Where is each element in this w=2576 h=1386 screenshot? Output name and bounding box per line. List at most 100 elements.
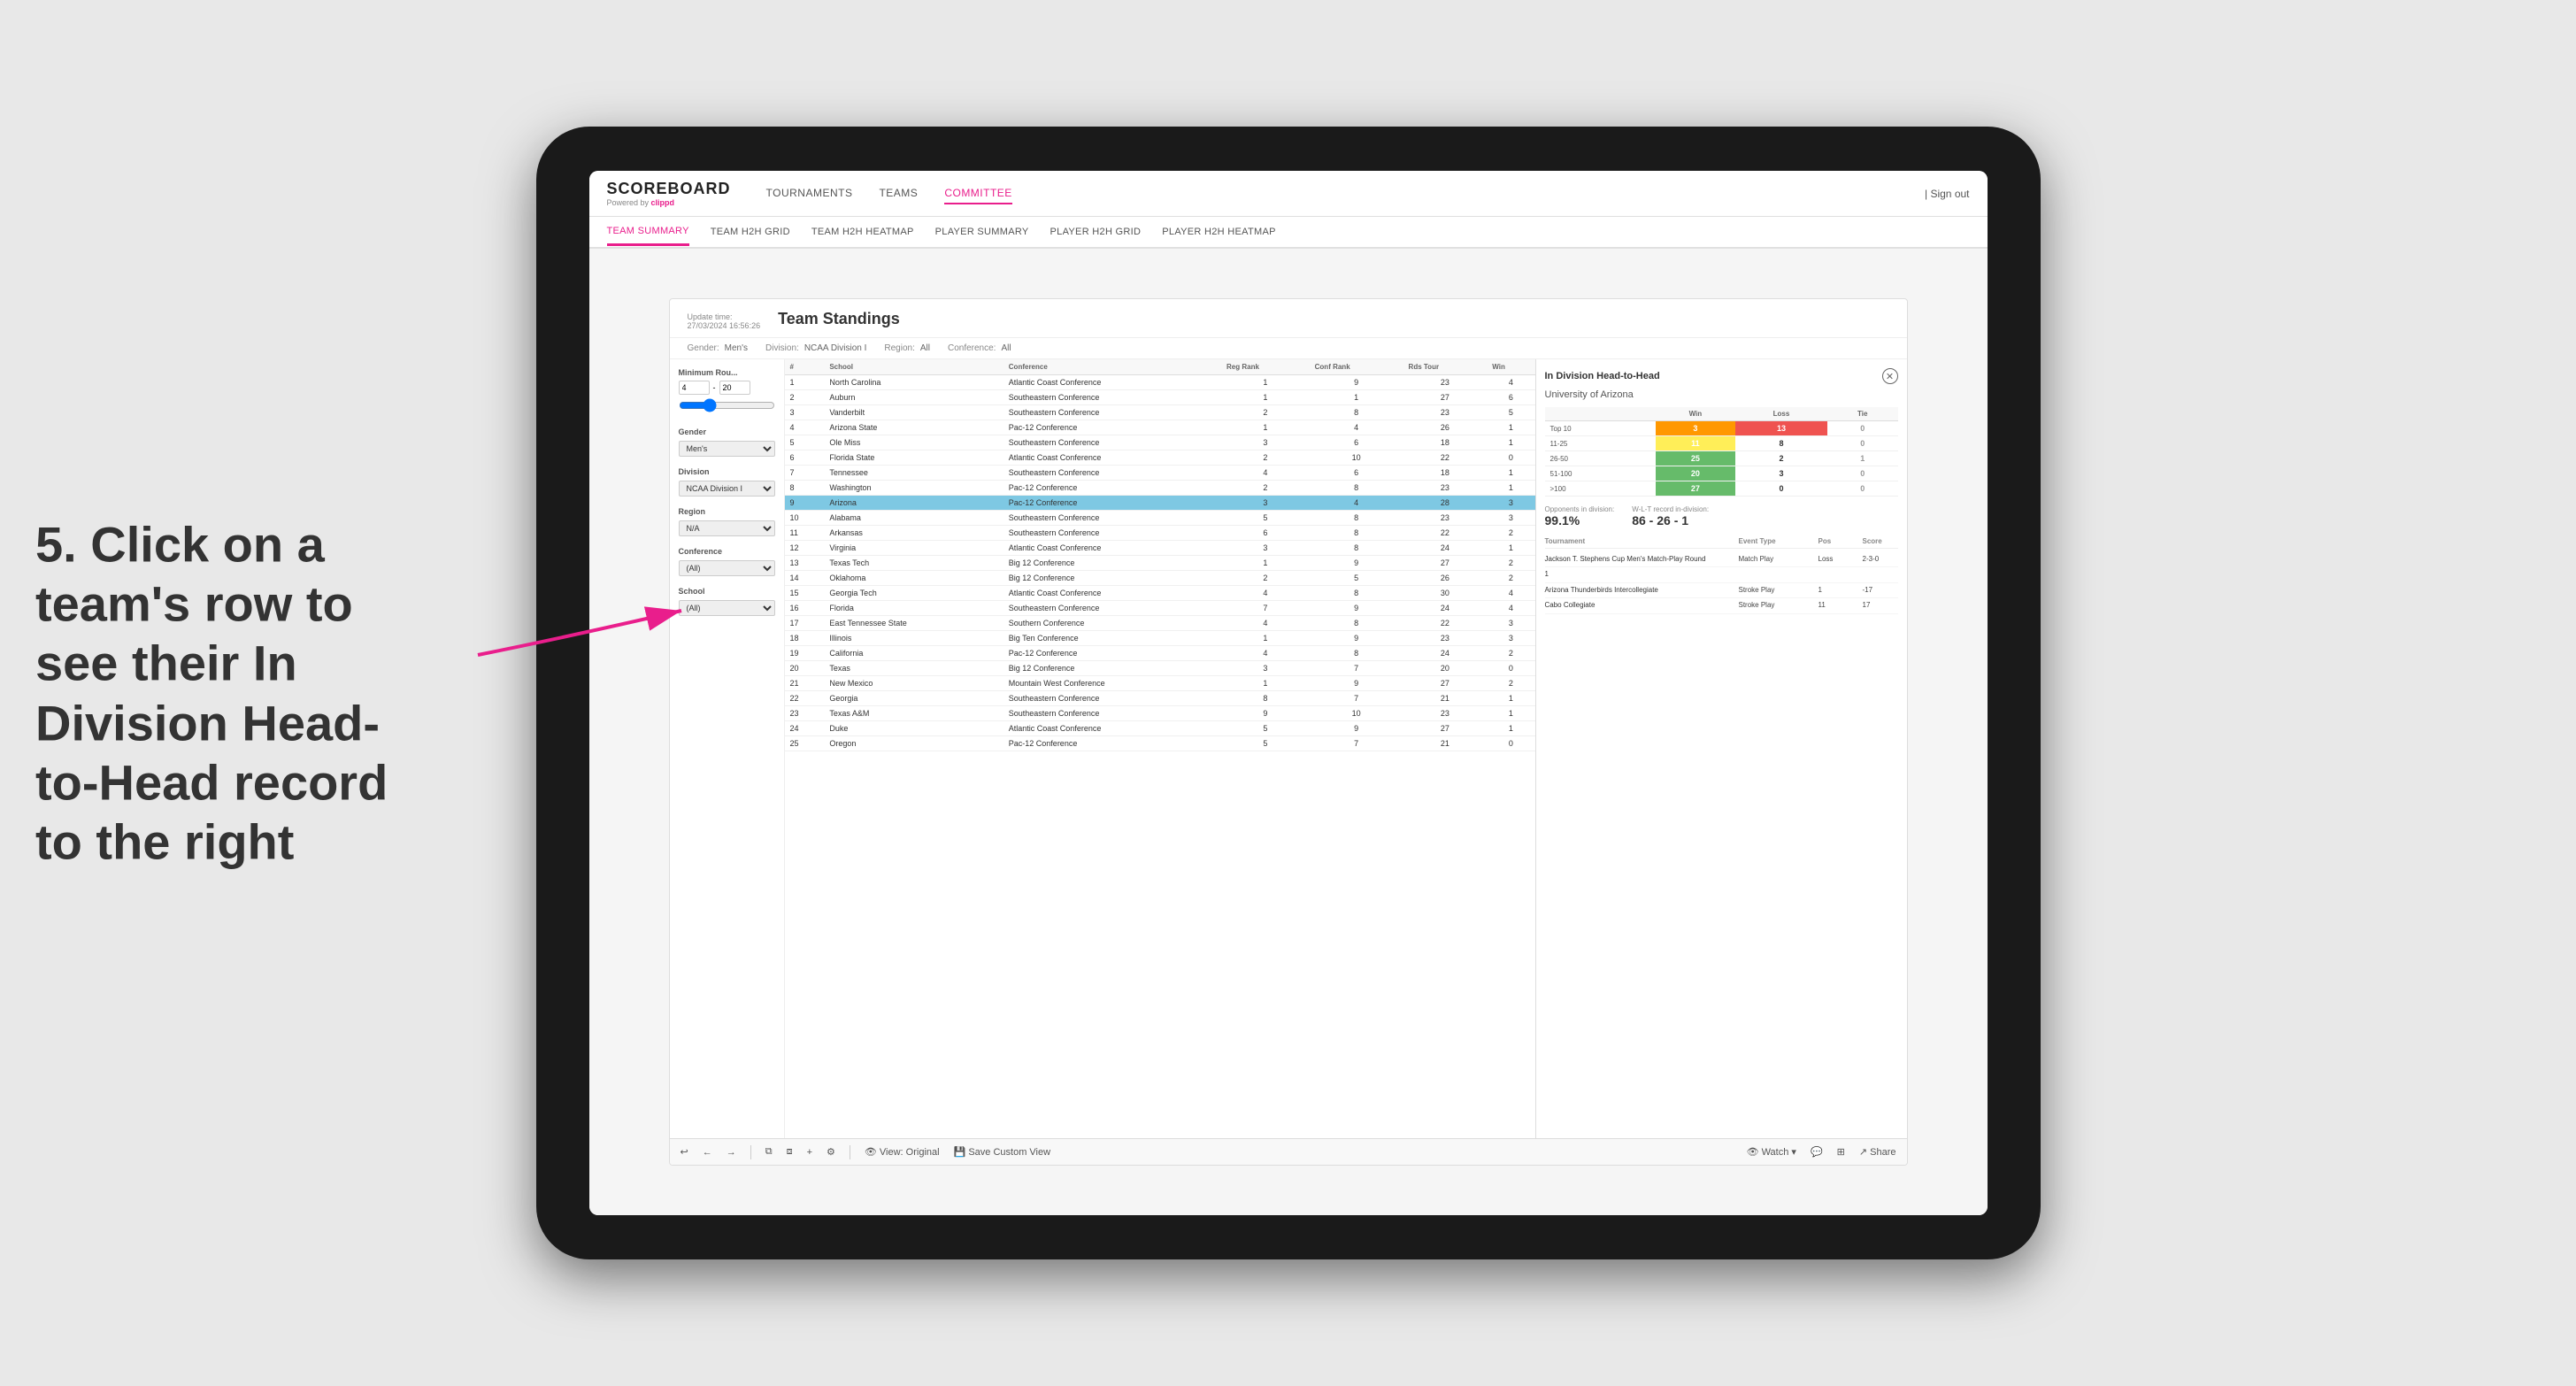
cell-rds: 24	[1403, 646, 1488, 661]
sub-nav-team-summary[interactable]: TEAM SUMMARY	[607, 219, 689, 246]
h2h-win: 27	[1656, 481, 1735, 497]
sub-nav-team-h2h-grid[interactable]: TEAM H2H GRID	[711, 219, 790, 244]
grid-btn[interactable]: ⊞	[1837, 1146, 1845, 1158]
table-row[interactable]: 5 Ole Miss Southeastern Conference 3 6 1…	[785, 435, 1535, 450]
table-row[interactable]: 9 Arizona Pac-12 Conference 3 4 28 3	[785, 496, 1535, 511]
table-row[interactable]: 14 Oklahoma Big 12 Conference 2 5 26 2	[785, 571, 1535, 586]
table-row[interactable]: 8 Washington Pac-12 Conference 2 8 23 1	[785, 481, 1535, 496]
cell-school: Texas Tech	[824, 556, 1003, 571]
cell-rds: 27	[1403, 721, 1488, 736]
sub-nav-player-h2h-heatmap[interactable]: PLAYER H2H HEATMAP	[1162, 219, 1275, 244]
sub-nav-player-h2h-grid[interactable]: PLAYER H2H GRID	[1050, 219, 1142, 244]
h2h-close-btn[interactable]: ✕	[1882, 368, 1898, 384]
sidebar-school-select[interactable]: (All)	[679, 600, 775, 616]
min-rounds-slider[interactable]	[679, 398, 775, 412]
sidebar-school-label: School	[679, 587, 775, 596]
cell-conf-rank: 9	[1310, 676, 1403, 691]
cell-win: 1	[1487, 435, 1534, 450]
h2h-loss: 2	[1735, 451, 1827, 466]
table-row[interactable]: 23 Texas A&M Southeastern Conference 9 1…	[785, 706, 1535, 721]
copy-btn[interactable]: ⧉	[765, 1146, 773, 1158]
region-filter: Region: All	[884, 343, 930, 353]
sub-nav: TEAM SUMMARY TEAM H2H GRID TEAM H2H HEAT…	[589, 217, 1988, 249]
redo-right-btn[interactable]: →	[727, 1147, 736, 1158]
table-row[interactable]: 19 California Pac-12 Conference 4 8 24 2	[785, 646, 1535, 661]
sub-nav-team-h2h-heatmap[interactable]: TEAM H2H HEATMAP	[811, 219, 914, 244]
share-btn[interactable]: ↗ Share	[1859, 1146, 1896, 1158]
cell-reg-rank: 4	[1221, 616, 1310, 631]
cell-reg-rank: 7	[1221, 601, 1310, 616]
table-row[interactable]: 16 Florida Southeastern Conference 7 9 2…	[785, 601, 1535, 616]
save-custom-btn[interactable]: 💾 Save Custom View	[954, 1146, 1050, 1158]
min-rounds-max-input[interactable]	[719, 381, 750, 395]
undo-btn[interactable]: ↩	[681, 1146, 688, 1158]
table-row[interactable]: 18 Illinois Big Ten Conference 1 9 23 3	[785, 631, 1535, 646]
sub-nav-player-summary[interactable]: PLAYER SUMMARY	[935, 219, 1029, 244]
h2h-row: 11-25 11 8 0	[1545, 436, 1898, 451]
table-row[interactable]: 10 Alabama Southeastern Conference 5 8 2…	[785, 511, 1535, 526]
add-btn[interactable]: +	[807, 1147, 812, 1158]
cell-num: 1	[785, 375, 825, 390]
table-row[interactable]: 20 Texas Big 12 Conference 3 7 20 0	[785, 661, 1535, 676]
table-row[interactable]: 4 Arizona State Pac-12 Conference 1 4 26…	[785, 420, 1535, 435]
redo-left-btn[interactable]: ←	[703, 1147, 712, 1158]
table-row[interactable]: 7 Tennessee Southeastern Conference 4 6 …	[785, 466, 1535, 481]
panel-body: Minimum Rou... - Gender Men's	[670, 359, 1907, 1138]
table-row[interactable]: 2 Auburn Southeastern Conference 1 1 27 …	[785, 390, 1535, 405]
table-row[interactable]: 12 Virginia Atlantic Coast Conference 3 …	[785, 541, 1535, 556]
sidebar-region-select[interactable]: N/A	[679, 520, 775, 536]
table-row[interactable]: 1 North Carolina Atlantic Coast Conferen…	[785, 375, 1535, 390]
min-rounds-input[interactable]	[679, 381, 710, 395]
table-row[interactable]: 15 Georgia Tech Atlantic Coast Conferenc…	[785, 586, 1535, 601]
paste-btn[interactable]: ⧈	[787, 1146, 793, 1158]
table-row[interactable]: 22 Georgia Southeastern Conference 8 7 2…	[785, 691, 1535, 706]
sidebar-conference-select[interactable]: (All)	[679, 560, 775, 576]
col-reg-rank: Reg Rank	[1221, 359, 1310, 375]
nav-tournaments[interactable]: TOURNAMENTS	[766, 183, 853, 204]
cell-rds: 23	[1403, 511, 1488, 526]
sign-out[interactable]: | Sign out	[1925, 188, 1969, 200]
settings-btn[interactable]: ⚙	[827, 1146, 835, 1158]
table-row[interactable]: 6 Florida State Atlantic Coast Conferenc…	[785, 450, 1535, 466]
table-row[interactable]: 25 Oregon Pac-12 Conference 5 7 21 0	[785, 736, 1535, 751]
comment-btn[interactable]: 💬	[1811, 1146, 1823, 1158]
h2h-win: 3	[1656, 421, 1735, 436]
cell-num: 18	[785, 631, 825, 646]
table-area: # School Conference Reg Rank Conf Rank R…	[785, 359, 1535, 1138]
nav-committee[interactable]: COMMITTEE	[944, 183, 1012, 204]
watch-btn[interactable]: 👁 Watch ▾	[1747, 1146, 1796, 1158]
cell-num: 24	[785, 721, 825, 736]
cell-school: Ole Miss	[824, 435, 1003, 450]
table-row[interactable]: 24 Duke Atlantic Coast Conference 5 9 27…	[785, 721, 1535, 736]
cell-school: New Mexico	[824, 676, 1003, 691]
region-label: Region:	[884, 343, 914, 353]
gender-filter-group: Gender Men's	[679, 427, 775, 457]
table-row[interactable]: 17 East Tennessee State Southern Confere…	[785, 616, 1535, 631]
min-rounds-sep: -	[713, 383, 716, 392]
table-row[interactable]: 21 New Mexico Mountain West Conference 1…	[785, 676, 1535, 691]
cell-conference: Big 12 Conference	[1003, 571, 1221, 586]
h2h-loss: 0	[1735, 481, 1827, 497]
cell-num: 4	[785, 420, 825, 435]
h2h-range: >100	[1545, 481, 1656, 497]
tourn-col-score: Score	[1863, 537, 1898, 545]
tournament-score: 2-3-0	[1863, 555, 1898, 563]
cell-reg-rank: 5	[1221, 736, 1310, 751]
division-value: NCAA Division I	[804, 343, 867, 353]
view-original-btn[interactable]: 👁 View: Original	[865, 1146, 940, 1158]
cell-win: 1	[1487, 721, 1534, 736]
table-row[interactable]: 11 Arkansas Southeastern Conference 6 8 …	[785, 526, 1535, 541]
cell-num: 10	[785, 511, 825, 526]
opponents-label: Opponents in division:	[1545, 505, 1615, 513]
cell-reg-rank: 1	[1221, 631, 1310, 646]
school-filter-group: School (All)	[679, 587, 775, 616]
sidebar-filters: Minimum Rou... - Gender Men's	[670, 359, 785, 1138]
sidebar-division-select[interactable]: NCAA Division I	[679, 481, 775, 497]
sidebar-gender-select[interactable]: Men's	[679, 441, 775, 457]
table-row[interactable]: 13 Texas Tech Big 12 Conference 1 9 27 2	[785, 556, 1535, 571]
cell-rds: 20	[1403, 661, 1488, 676]
nav-teams[interactable]: TEAMS	[879, 183, 918, 204]
table-row[interactable]: 3 Vanderbilt Southeastern Conference 2 8…	[785, 405, 1535, 420]
cell-conf-rank: 8	[1310, 481, 1403, 496]
cell-rds: 24	[1403, 601, 1488, 616]
